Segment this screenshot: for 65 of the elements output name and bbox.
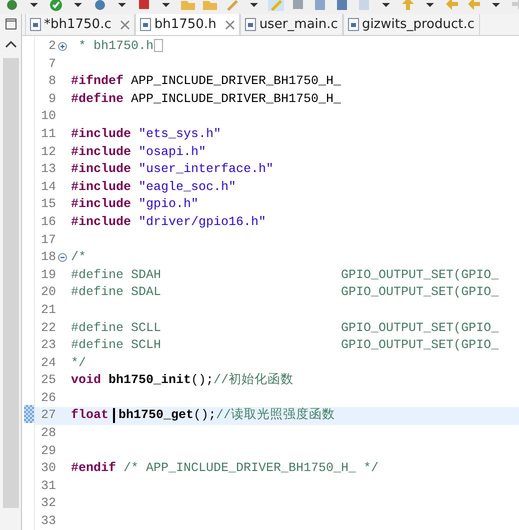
line-number: 11 — [40, 126, 56, 143]
line-number: 23 — [40, 337, 56, 354]
line-number: 9 — [47, 90, 56, 108]
line-number: 14 — [40, 178, 56, 196]
line-number: 10 — [40, 108, 56, 126]
line-number: 29 — [40, 442, 56, 460]
line-number: 27 — [40, 407, 56, 424]
line-number: 13 — [40, 161, 56, 178]
line-number: 8 — [47, 73, 56, 90]
code-token: #include — [71, 126, 132, 141]
code-token: #include — [71, 197, 132, 212]
code-token: (); — [191, 373, 214, 388]
editor-tab[interactable]: *bh1750.c — [25, 14, 136, 35]
code-token: (); — [194, 408, 216, 422]
code-token: #define SDAL GPIO_OUTPUT_SET(GPIO_ — [71, 285, 499, 300]
editor-tab[interactable]: bh1750.h — [135, 14, 240, 35]
line-number: 20 — [40, 284, 56, 302]
code-token: //读取光照强度函数 — [216, 408, 336, 422]
code-token: "ets_sys.h" — [138, 126, 222, 141]
code-token: #include — [71, 162, 132, 176]
editor-tab[interactable]: gizwits_product.c — [342, 14, 480, 35]
line-number: 19 — [40, 266, 56, 284]
code-token: APP_INCLUDE_DRIVER_BH1750_H_ — [130, 92, 342, 106]
code-token: void — [71, 373, 102, 388]
line-number: 7 — [47, 56, 56, 73]
line-number: 33 — [40, 513, 56, 530]
line-number: 31 — [40, 478, 56, 495]
code-token: #include — [71, 214, 132, 229]
code-token: #include — [71, 180, 132, 194]
code-token: "user_interface.h" — [138, 162, 274, 176]
line-number: 32 — [40, 495, 56, 512]
code-token: bh1750_init — [108, 373, 192, 388]
code-token: #define SCLL GPIO_OUTPUT_SET(GPIO_ — [71, 320, 499, 334]
line-number: 26 — [40, 390, 56, 407]
code-token: /* — [71, 250, 86, 264]
code-token: "gpio.h" — [138, 197, 199, 212]
line-number: 21 — [40, 302, 56, 319]
line-number: 12 — [40, 144, 56, 161]
line-number: 17 — [40, 232, 56, 249]
code-token: "driver/gpio16.h" — [138, 214, 266, 229]
code-token: APP_INCLUDE_DRIVER_BH1750_H_ — [130, 74, 342, 88]
code-token: //初始化函数 — [214, 373, 294, 388]
line-number: 24 — [40, 354, 56, 372]
line-number: 16 — [40, 214, 56, 231]
line-number: 22 — [40, 320, 56, 336]
code-token: /* APP_INCLUDE_DRIVER_BH1750_H_ */ — [122, 461, 379, 476]
code-token: */ — [71, 356, 86, 370]
line-number: 30 — [40, 460, 56, 478]
code-token: #define SDAH GPIO_OUTPUT_SET(GPIO_ — [71, 268, 499, 282]
code-token: * bh1750.h — [78, 39, 154, 53]
code-token: "osapi.h" — [138, 144, 206, 159]
line-number: 25 — [40, 372, 56, 390]
code-token: #endif — [71, 461, 116, 476]
editor-tab[interactable]: user_main.c — [240, 14, 343, 35]
code-token: #define SCLH GPIO_OUTPUT_SET(GPIO_ — [71, 338, 499, 352]
code-token: float — [71, 408, 109, 422]
code-token: #define — [71, 92, 124, 106]
code-token: #ifndef — [71, 74, 124, 88]
code-token: "eagle_soc.h" — [138, 180, 236, 194]
line-number: 28 — [40, 425, 56, 442]
line-number: 2 — [47, 38, 56, 55]
line-number: 18 — [40, 249, 56, 266]
code-token: bh1750_get — [118, 408, 194, 422]
code-token: #include — [71, 144, 132, 159]
line-number: 15 — [40, 196, 56, 214]
